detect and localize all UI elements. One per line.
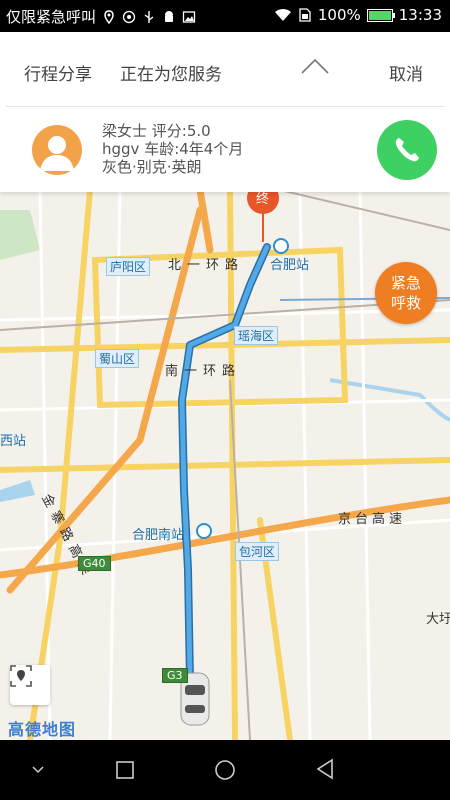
badge-g40: G40 <box>78 556 111 571</box>
map-brand-logo: 高德地图 <box>8 720 77 739</box>
driver-info: 梁女士 评分:5.0 hggv 车龄:4年4个月 灰色·别克·英朗 <box>102 122 243 176</box>
status-text: 正在为您服务 <box>120 65 222 85</box>
map-view[interactable]: 终 合肥站 西站 合肥南站 庐阳区 瑶海区 蜀山区 包河区 北一环路 南一环路 … <box>0 190 450 740</box>
road-jingtai: 京台高速 <box>338 512 407 527</box>
trip-panel: 行程分享 正在为您服务 取消 梁女士 评分:5.0 hggv 车龄:4年4个月 … <box>0 32 450 192</box>
driver-plate-age: hggv 车龄:4年4个月 <box>102 140 244 158</box>
battery-icon <box>366 8 395 22</box>
emergency-button[interactable]: 紧急 呼救 <box>375 262 437 324</box>
share-trip-link[interactable]: 行程分享 <box>24 60 92 85</box>
emergency-line1: 紧急 <box>390 274 421 292</box>
road-north-ring: 北一环路 <box>168 258 245 273</box>
hotspot-icon <box>122 10 136 23</box>
sim-icon <box>299 8 311 22</box>
chevron-up-icon[interactable] <box>300 56 330 76</box>
cancel-button[interactable]: 取消 <box>389 60 423 85</box>
station-west: 西站 <box>0 434 27 449</box>
place-dawei: 大圩 <box>426 612 450 627</box>
panel-header: 行程分享 正在为您服务 取消 <box>0 32 450 106</box>
panel-divider <box>6 106 444 107</box>
district-luyang: 庐阳区 <box>106 257 151 276</box>
locate-button[interactable] <box>10 665 50 705</box>
location-icon <box>104 9 114 24</box>
driver-car: 灰色·别克·英朗 <box>102 158 202 176</box>
road-south-ring: 南一环路 <box>165 364 242 379</box>
status-bar: 仅限紧急呼叫 100% 13:33 <box>0 0 450 32</box>
station-hefei: 合肥站 <box>270 258 310 273</box>
station-hefei-south: 合肥南站 <box>132 528 185 543</box>
clock: 13:33 <box>398 6 442 24</box>
district-baohe: 包河区 <box>235 542 280 561</box>
back-icon[interactable] <box>314 758 336 780</box>
driver-name-rating: 梁女士 评分:5.0 <box>102 122 211 140</box>
image-icon <box>182 10 196 23</box>
district-shushan: 蜀山区 <box>95 349 140 368</box>
driver-avatar <box>32 125 82 175</box>
end-marker: 终 <box>256 192 270 207</box>
android-icon <box>165 10 174 22</box>
recent-apps-icon[interactable] <box>115 760 135 780</box>
battery-percent: 100% <box>317 6 361 24</box>
badge-g3: G3 <box>162 668 188 683</box>
phone-icon <box>395 138 419 162</box>
carrier-text: 仅限紧急呼叫 <box>6 8 97 26</box>
chevron-down-icon[interactable] <box>30 764 46 776</box>
call-driver-button[interactable] <box>377 120 437 180</box>
system-nav-bar <box>0 740 450 800</box>
home-icon[interactable] <box>214 759 236 781</box>
usb-icon <box>144 10 154 23</box>
emergency-line2: 呼救 <box>390 294 421 312</box>
locate-icon <box>10 665 32 687</box>
district-yaohai: 瑶海区 <box>234 326 279 345</box>
person-icon <box>40 136 74 171</box>
status-right: 100% 13:33 <box>274 6 442 24</box>
wifi-icon <box>274 8 291 21</box>
status-left: 仅限紧急呼叫 <box>6 6 196 27</box>
